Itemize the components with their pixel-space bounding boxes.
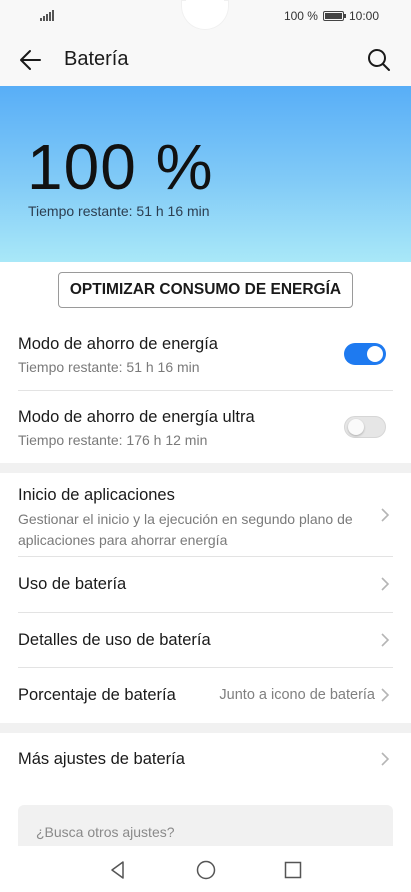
chevron-right-icon	[381, 688, 390, 702]
app-launch-description: Gestionar el inicio y la ejecución en se…	[18, 511, 353, 548]
battery-percentage-value: Junto a icono de batería	[219, 687, 375, 703]
ultra-power-saving-mode-time: Tiempo restante: 176 h 12 min	[18, 432, 208, 448]
search-icon	[368, 49, 390, 71]
battery-percent: 100 %	[27, 131, 214, 203]
status-bar: 100 % 10:00	[0, 0, 411, 34]
more-battery-settings-label: Más ajustes de batería	[18, 750, 185, 768]
camera-notch	[181, 0, 229, 30]
nav-recents-icon[interactable]	[281, 858, 305, 882]
battery-usage-row[interactable]: Uso de batería	[0, 557, 411, 612]
nav-home-icon[interactable]	[194, 858, 218, 882]
battery-percentage-row[interactable]: Porcentaje de batería Junto a icono de b…	[0, 668, 411, 723]
status-battery-text: 100 %	[283, 9, 318, 23]
battery-icon	[322, 11, 346, 21]
battery-percentage-label: Porcentaje de batería	[18, 686, 176, 704]
nav-back-icon[interactable]	[106, 858, 130, 882]
app-bar: Batería	[0, 34, 411, 86]
optimize-button[interactable]: OPTIMIZAR CONSUMO DE ENERGÍA	[58, 272, 353, 308]
ultra-power-saving-mode-toggle[interactable]	[344, 416, 386, 438]
signal-icon	[40, 10, 54, 21]
app-launch-label: Inicio de aplicaciones	[18, 486, 175, 504]
search-other-settings-text: ¿Busca otros ajustes?	[36, 824, 175, 840]
section-separator	[0, 463, 411, 473]
ultra-power-saving-mode-label: Modo de ahorro de energía ultra	[18, 408, 255, 426]
page-title: Batería	[64, 48, 129, 70]
navigation-bar	[0, 846, 411, 892]
more-battery-settings-row[interactable]: Más ajustes de batería	[0, 733, 411, 789]
chevron-right-icon	[381, 633, 390, 647]
power-saving-mode-row[interactable]: Modo de ahorro de energía Tiempo restant…	[0, 325, 411, 391]
status-time: 10:00	[348, 9, 379, 23]
app-launch-row[interactable]: Inicio de aplicaciones Gestionar el inic…	[0, 473, 411, 556]
battery-level-panel: 100 % Tiempo restante: 51 h 16 min	[0, 86, 411, 262]
ultra-power-saving-mode-row[interactable]: Modo de ahorro de energía ultra Tiempo r…	[0, 391, 411, 461]
power-saving-mode-label: Modo de ahorro de energía	[18, 335, 218, 353]
power-saving-mode-time: Tiempo restante: 51 h 16 min	[18, 359, 200, 375]
chevron-right-icon	[381, 577, 390, 591]
battery-remaining-time: Tiempo restante: 51 h 16 min	[28, 203, 210, 219]
status-right: 100 % 10:00	[284, 9, 379, 23]
search-button[interactable]	[365, 46, 393, 74]
arrow-left-icon	[20, 50, 41, 70]
battery-usage-details-row[interactable]: Detalles de uso de batería	[0, 613, 411, 668]
power-saving-mode-toggle[interactable]	[344, 343, 386, 365]
back-button[interactable]	[16, 46, 46, 74]
chevron-right-icon	[381, 508, 390, 522]
battery-usage-label: Uso de batería	[18, 575, 127, 593]
battery-usage-details-label: Detalles de uso de batería	[18, 631, 211, 649]
section-separator	[0, 723, 411, 733]
chevron-right-icon	[381, 752, 390, 766]
